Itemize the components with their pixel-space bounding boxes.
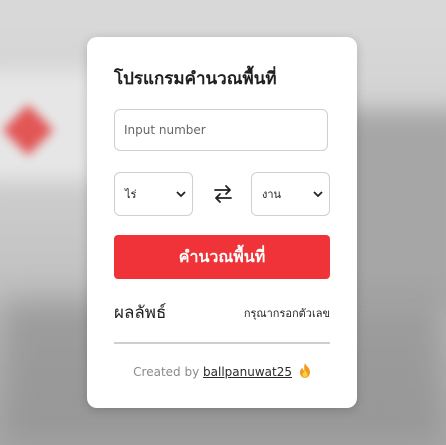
author-link[interactable]: ballpanuwat25: [203, 365, 292, 379]
card-title: โปรแกรมคำนวณพื้นที่: [114, 69, 277, 89]
calculate-button[interactable]: คำนวณพื้นที่: [114, 235, 330, 279]
divider: [114, 342, 330, 344]
from-unit-select[interactable]: ไร่: [114, 172, 193, 216]
calculator-card: โปรแกรมคำนวณพื้นที่ ไร่ งาน คำนวณพื้นที่…: [87, 37, 357, 408]
to-unit-value: งาน: [262, 188, 282, 201]
number-input[interactable]: [114, 109, 328, 151]
fire-icon: [299, 363, 311, 381]
chevron-down-icon: [313, 189, 323, 199]
chevron-down-icon: [176, 189, 186, 199]
to-unit-select[interactable]: งาน: [251, 172, 330, 216]
result-label: ผลลัพธ์: [114, 303, 167, 323]
from-unit-value: ไร่: [125, 188, 137, 201]
created-by-text: Created by: [133, 365, 200, 379]
swap-arrows-icon[interactable]: [211, 184, 235, 204]
footer-credit: Created by ballpanuwat25: [87, 363, 357, 381]
result-value: กรุณากรอกตัวเลข: [243, 307, 330, 320]
